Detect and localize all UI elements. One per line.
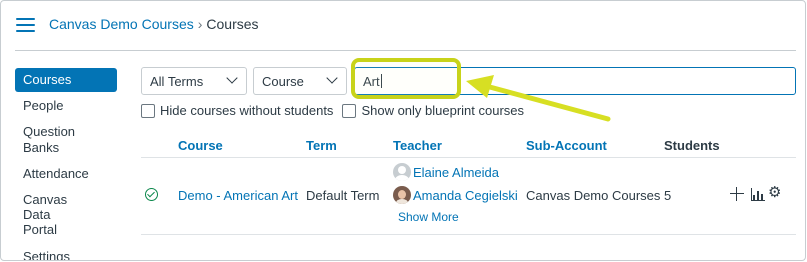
chevron-down-icon bbox=[326, 72, 338, 84]
sidebar-nav: Courses People Question Banks Attendance… bbox=[15, 68, 117, 260]
course-sub-account: Canvas Demo Courses bbox=[526, 188, 661, 203]
top-bar: Canvas Demo Courses › Courses bbox=[1, 1, 805, 51]
show-more-teachers-link[interactable]: Show More bbox=[398, 210, 459, 224]
gear-icon[interactable]: ⚙ bbox=[768, 185, 781, 201]
app-window: Canvas Demo Courses › Courses Courses Peop… bbox=[0, 0, 806, 261]
breadcrumb-current: Courses bbox=[206, 16, 259, 32]
term-select-value: All Terms bbox=[150, 74, 204, 89]
sidebar-item-canvas-data-portal[interactable]: Canvas Data Portal bbox=[15, 188, 95, 241]
show-blueprint-checkbox[interactable] bbox=[342, 103, 357, 118]
term-select[interactable]: All Terms bbox=[141, 67, 247, 95]
text-caret bbox=[380, 74, 382, 88]
published-check-icon bbox=[145, 188, 158, 201]
add-user-plus-icon[interactable] bbox=[730, 187, 744, 201]
hide-without-students-checkbox[interactable] bbox=[141, 103, 155, 118]
avatar bbox=[393, 186, 411, 204]
search-by-select-value: Course bbox=[262, 74, 304, 89]
column-header-course[interactable]: Course bbox=[178, 138, 223, 153]
breadcrumb: Canvas Demo Courses › Courses bbox=[49, 16, 259, 32]
breadcrumb-root-link[interactable]: Canvas Demo Courses bbox=[49, 16, 194, 32]
column-header-sub-account[interactable]: Sub-Account bbox=[526, 138, 607, 153]
sidebar-item-question-banks[interactable]: Question Banks bbox=[15, 120, 117, 160]
column-header-students: Students bbox=[664, 138, 720, 153]
sidebar-item-attendance[interactable]: Attendance bbox=[15, 162, 117, 186]
hide-without-students-label[interactable]: Hide courses without students bbox=[160, 103, 333, 118]
hamburger-menu-icon[interactable] bbox=[16, 17, 35, 33]
course-term: Default Term bbox=[306, 188, 380, 203]
table-header-divider bbox=[141, 157, 796, 158]
search-input-value: Art bbox=[363, 74, 380, 89]
header-divider bbox=[15, 50, 796, 51]
sidebar-item-courses[interactable]: Courses bbox=[15, 68, 117, 92]
column-header-term[interactable]: Term bbox=[306, 138, 337, 153]
teacher-name: Amanda Cegielski bbox=[413, 187, 518, 203]
table-bottom-divider bbox=[141, 234, 796, 235]
show-blueprint-label[interactable]: Show only blueprint courses bbox=[361, 103, 524, 118]
column-header-teacher[interactable]: Teacher bbox=[393, 138, 442, 153]
search-by-select[interactable]: Course bbox=[253, 67, 347, 95]
sidebar-item-people[interactable]: People bbox=[15, 94, 117, 118]
statistics-icon[interactable] bbox=[751, 188, 765, 201]
sidebar-item-settings[interactable]: Settings bbox=[15, 245, 117, 260]
teacher-link[interactable]: Amanda Cegielski bbox=[393, 186, 518, 204]
annotation-arrow-icon bbox=[466, 75, 611, 122]
course-name-link[interactable]: Demo - American Art bbox=[178, 188, 298, 203]
filter-options: Hide courses without students Show only … bbox=[141, 103, 533, 118]
default-avatar-icon bbox=[393, 163, 411, 181]
teacher-name: Elaine Almeida bbox=[413, 164, 499, 180]
teacher-link[interactable]: Elaine Almeida bbox=[393, 163, 499, 181]
chevron-down-icon bbox=[226, 72, 238, 84]
student-count: 5 bbox=[664, 188, 672, 203]
breadcrumb-separator: › bbox=[197, 16, 203, 32]
